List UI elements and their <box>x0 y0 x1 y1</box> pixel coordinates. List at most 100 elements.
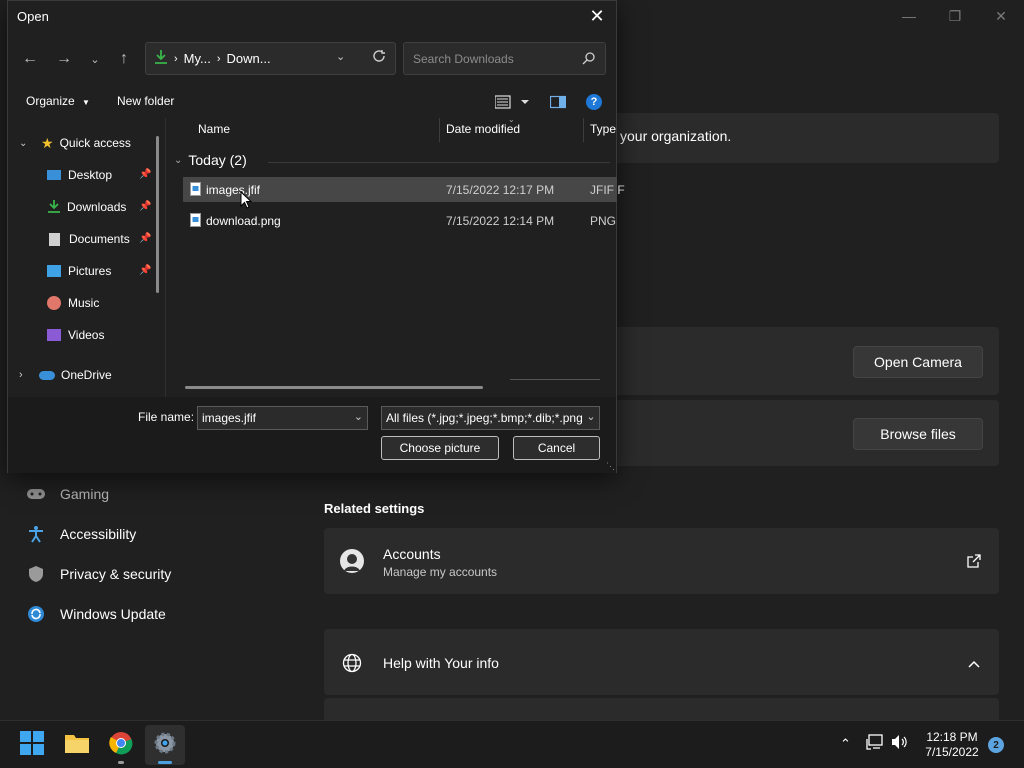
tree-item-pictures[interactable]: Pictures <box>47 259 111 283</box>
recent-locations-button[interactable]: ⌄ <box>83 47 107 71</box>
pin-icon[interactable]: 📌 <box>139 265 151 276</box>
pin-icon[interactable]: 📌 <box>139 201 151 212</box>
help-icon[interactable]: ? <box>586 94 602 110</box>
chevron-up-icon[interactable] <box>968 656 980 674</box>
gamepad-icon <box>24 487 48 501</box>
file-name-input[interactable]: images.jfif ⌄ <box>197 406 368 430</box>
tree-label: Quick access <box>59 136 131 150</box>
settings-app-button[interactable] <box>145 725 185 765</box>
accounts-title: Accounts <box>383 546 441 562</box>
breadcrumb-separator-icon: › <box>174 52 178 65</box>
file-explorer-button[interactable] <box>57 725 97 765</box>
tree-item-quick-access[interactable]: ⌄ ★ Quick access <box>19 131 131 155</box>
choose-picture-button[interactable]: Choose picture <box>381 436 499 460</box>
preview-pane-icon[interactable] <box>549 95 567 114</box>
shield-icon <box>24 565 48 583</box>
maximize-button[interactable]: ❐ <box>932 0 978 32</box>
breadcrumb-item[interactable]: My... <box>184 51 211 66</box>
music-icon <box>47 296 61 310</box>
organize-label: Organize <box>26 94 75 108</box>
refresh-icon[interactable] <box>372 49 386 66</box>
tree-item-downloads[interactable]: Downloads <box>47 195 126 219</box>
navigation-scrollbar[interactable] <box>156 136 159 293</box>
address-bar[interactable]: › My... › Down... ⌄ <box>145 42 396 75</box>
resize-grip-icon[interactable]: ⋱ <box>606 461 615 472</box>
file-type-filter[interactable]: All files (*.jpg;*.jpeg;*.bmp;*.dib;*.pn… <box>381 406 600 430</box>
new-folder-button[interactable]: New folder <box>117 94 174 108</box>
chrome-button[interactable] <box>101 725 141 765</box>
accessibility-icon <box>24 525 48 543</box>
tree-item-music[interactable]: Music <box>47 291 99 315</box>
system-clock[interactable]: 12:18 PM 7/15/2022 <box>918 730 986 760</box>
tree-label: Music <box>68 296 100 310</box>
chevron-down-icon[interactable]: ⌄ <box>583 407 599 429</box>
search-input[interactable]: Search Downloads <box>403 42 606 75</box>
document-icon <box>49 232 60 246</box>
tree-label: OneDrive <box>61 368 112 382</box>
up-button[interactable]: ↑ <box>112 47 136 71</box>
file-name: download.png <box>206 214 281 228</box>
file-name-value: images.jfif <box>202 411 257 425</box>
scroll-track <box>510 379 600 380</box>
minimize-button[interactable]: — <box>886 0 932 32</box>
show-hidden-icons-button[interactable]: ⌃ <box>840 736 851 752</box>
image-file-icon <box>190 182 201 199</box>
file-name-label: File name: <box>138 410 195 424</box>
chevron-right-icon: › <box>19 369 23 381</box>
chevron-down-icon: ⌄ <box>174 154 183 166</box>
pin-icon[interactable]: 📌 <box>139 169 151 180</box>
nav-item-accessibility[interactable]: Accessibility <box>24 516 136 552</box>
start-button[interactable] <box>12 725 52 765</box>
tree-item-videos[interactable]: Videos <box>47 323 104 347</box>
dialog-title: Open <box>17 9 49 24</box>
column-separator[interactable] <box>583 118 584 142</box>
pictures-icon <box>47 265 61 277</box>
browse-files-button[interactable]: Browse files <box>853 418 983 450</box>
clock-time: 12:18 PM <box>926 730 978 744</box>
update-icon <box>24 605 48 623</box>
tree-label: Documents <box>69 232 130 246</box>
close-button[interactable]: ✕ <box>978 0 1024 32</box>
taskbar: ⌃ 12:18 PM 7/15/2022 2 <box>0 720 1024 768</box>
dialog-close-button[interactable]: ✕ <box>584 4 610 28</box>
file-type: PNG <box>590 214 617 228</box>
back-button[interactable]: ← <box>18 47 42 71</box>
column-header-name[interactable]: Name <box>198 122 230 136</box>
open-camera-button[interactable]: Open Camera <box>853 346 983 378</box>
notification-badge[interactable]: 2 <box>988 737 1004 753</box>
external-link-icon <box>967 554 981 573</box>
nav-item-gaming[interactable]: Gaming <box>24 476 109 512</box>
network-icon[interactable] <box>866 734 884 753</box>
pin-icon[interactable]: 📌 <box>139 233 151 244</box>
group-header-today[interactable]: ⌄ Today (2) <box>174 152 247 168</box>
column-header-date[interactable]: Date modified <box>446 122 520 136</box>
breadcrumb-item[interactable]: Down... <box>227 51 271 66</box>
column-separator[interactable] <box>439 118 440 142</box>
nav-item-privacy[interactable]: Privacy & security <box>24 556 171 592</box>
forward-button[interactable]: → <box>52 47 76 71</box>
cancel-button[interactable]: Cancel <box>513 436 600 460</box>
globe-icon <box>342 653 362 678</box>
org-text: your organization. <box>620 128 732 144</box>
tree-item-desktop[interactable]: Desktop <box>47 163 112 187</box>
chevron-down-icon[interactable]: ⌄ <box>354 410 363 423</box>
folder-icon <box>64 732 90 759</box>
nav-label: Accessibility <box>60 526 137 542</box>
organize-button[interactable]: Organize ▼ <box>26 94 90 108</box>
related-settings-title: Related settings <box>324 501 425 516</box>
arrow-right-icon: → <box>56 50 72 67</box>
view-options-button[interactable] <box>494 95 533 114</box>
volume-icon[interactable] <box>891 734 909 753</box>
column-header-type[interactable]: Type <box>590 122 616 136</box>
address-dropdown-icon[interactable]: ⌄ <box>336 50 345 63</box>
running-indicator <box>118 761 124 764</box>
nav-item-windows-update[interactable]: Windows Update <box>24 596 166 632</box>
tree-label: Desktop <box>68 168 113 182</box>
search-icon <box>582 52 595 68</box>
breadcrumb-separator-icon: › <box>216 52 221 65</box>
nav-label: Privacy & security <box>60 566 172 582</box>
tree-item-documents[interactable]: Documents <box>47 227 130 251</box>
tree-item-onedrive[interactable]: › OneDrive <box>19 363 112 387</box>
file-list-scrollbar[interactable] <box>185 386 483 389</box>
chevron-down-icon: ⌄ <box>90 53 100 66</box>
